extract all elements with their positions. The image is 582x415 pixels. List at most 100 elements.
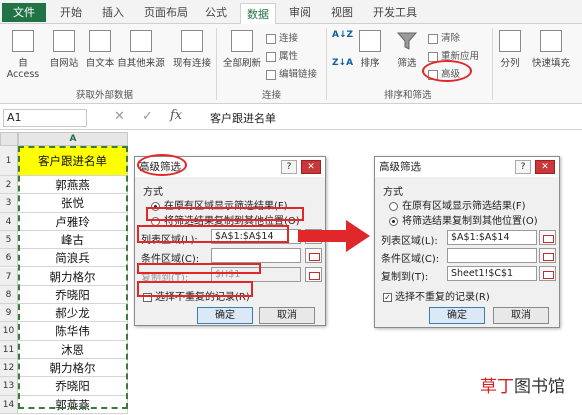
- row-header[interactable]: 8: [0, 285, 18, 305]
- connections-button[interactable]: 连接: [266, 30, 298, 44]
- unique-checkbox-box[interactable]: [143, 292, 152, 302]
- properties-icon: [266, 51, 276, 62]
- option-copy[interactable]: 将筛选结果复制到其他位置(O): [389, 212, 538, 227]
- table-cell[interactable]: 陈华伟: [18, 322, 128, 341]
- help-button[interactable]: ?: [515, 160, 531, 174]
- name-box[interactable]: A1: [3, 109, 87, 127]
- radio-inplace[interactable]: [151, 201, 160, 211]
- from-access-button[interactable]: 自 Access: [2, 30, 44, 80]
- table-cell[interactable]: 郝少龙: [18, 304, 128, 323]
- tab-view[interactable]: 视图: [331, 4, 353, 22]
- row-header[interactable]: 12: [0, 359, 18, 378]
- formula-input[interactable]: 客户跟进名单: [210, 110, 276, 126]
- range-picker-icon[interactable]: [539, 266, 556, 281]
- radio-copy[interactable]: [151, 216, 160, 226]
- option-inplace[interactable]: 在原有区域显示筛选结果(F): [151, 197, 288, 212]
- access-icon: [12, 30, 34, 52]
- row-header[interactable]: 7: [0, 267, 18, 286]
- tab-developer[interactable]: 开发工具: [373, 4, 417, 22]
- unique-checkbox-box[interactable]: ✓: [383, 292, 392, 302]
- range-picker-icon[interactable]: [305, 267, 322, 282]
- edit-links-icon: [266, 69, 276, 80]
- sort-a-z-button[interactable]: A↓Z: [332, 30, 353, 40]
- filter-button[interactable]: 筛选: [392, 30, 422, 69]
- text-file-icon: [89, 30, 111, 52]
- select-all-corner[interactable]: [0, 132, 18, 146]
- row-header[interactable]: 1: [0, 146, 18, 176]
- text-to-columns-icon: [499, 30, 521, 52]
- range-picker-icon[interactable]: [539, 230, 556, 245]
- option-inplace[interactable]: 在原有区域显示筛选结果(F): [389, 197, 526, 212]
- row-header[interactable]: 11: [0, 340, 18, 359]
- column-header-a[interactable]: A: [18, 132, 128, 146]
- sort-icon: [359, 30, 381, 52]
- cancel-entry-icon[interactable]: ✕: [114, 109, 125, 124]
- clear-filter-icon: [428, 33, 438, 44]
- help-button[interactable]: ?: [281, 160, 297, 174]
- table-cell[interactable]: 朝力格尔: [18, 267, 128, 286]
- text-to-columns-button[interactable]: 分列: [496, 30, 524, 69]
- row-header[interactable]: 3: [0, 194, 18, 213]
- criteria-range-field[interactable]: [211, 248, 301, 263]
- tab-insert[interactable]: 插入: [102, 4, 124, 22]
- ok-button[interactable]: 确定: [197, 307, 253, 324]
- range-picker-icon[interactable]: [539, 248, 556, 263]
- close-button[interactable]: ✕: [535, 160, 555, 174]
- sort-button[interactable]: 排序: [356, 30, 384, 69]
- unique-records-checkbox[interactable]: 选择不重复的记录(R): [143, 288, 250, 303]
- row-header[interactable]: 4: [0, 212, 18, 231]
- option-copy[interactable]: 将筛选结果复制到其他位置(O): [151, 212, 300, 227]
- radio-inplace[interactable]: [389, 201, 398, 211]
- row-header[interactable]: 5: [0, 230, 18, 250]
- radio-copy[interactable]: [389, 216, 398, 226]
- tab-formulas[interactable]: 公式: [205, 4, 227, 22]
- tab-data[interactable]: 数据: [240, 3, 276, 25]
- sort-z-a-button[interactable]: Z↓A: [332, 58, 353, 68]
- tab-review[interactable]: 审阅: [289, 4, 311, 22]
- group-separator: [492, 28, 493, 100]
- properties-button[interactable]: 属性: [266, 48, 298, 62]
- flash-fill-button[interactable]: 快速填充: [528, 30, 574, 69]
- edit-links-button[interactable]: 编辑链接: [266, 66, 317, 80]
- advanced-filter-button[interactable]: 高级: [428, 66, 460, 80]
- cancel-button[interactable]: 取消: [493, 307, 549, 324]
- cancel-button[interactable]: 取消: [259, 307, 315, 324]
- tab-home[interactable]: 开始: [60, 4, 82, 22]
- unique-records-checkbox[interactable]: ✓ 选择不重复的记录(R): [383, 288, 490, 303]
- table-cell[interactable]: 乔晓阳: [18, 285, 128, 305]
- table-cell[interactable]: 张悦: [18, 194, 128, 213]
- table-cell[interactable]: 郭燕燕: [18, 176, 128, 195]
- table-cell[interactable]: 乔晓阳: [18, 377, 128, 396]
- row-header[interactable]: 14: [0, 395, 18, 414]
- tab-file[interactable]: 文件: [2, 3, 46, 22]
- table-cell[interactable]: 郭燕燕: [18, 395, 128, 414]
- row-header[interactable]: 6: [0, 249, 18, 268]
- clear-filter-button[interactable]: 清除: [428, 30, 460, 44]
- from-text-button[interactable]: 自文本: [82, 30, 118, 69]
- list-range-field[interactable]: $A$1:$A$14: [211, 229, 301, 244]
- ok-button[interactable]: 确定: [429, 307, 485, 324]
- table-cell[interactable]: 沐恩: [18, 340, 128, 359]
- row-header[interactable]: 9: [0, 304, 18, 323]
- existing-connections-button[interactable]: 现有连接: [170, 30, 214, 69]
- enter-entry-icon[interactable]: ✓: [142, 109, 153, 124]
- row-header[interactable]: 13: [0, 377, 18, 396]
- table-cell[interactable]: 简浪兵: [18, 249, 128, 268]
- from-other-sources-button[interactable]: 自其他来源: [116, 30, 166, 69]
- table-cell[interactable]: 峰古: [18, 230, 128, 250]
- copy-to-field[interactable]: $H$1: [211, 267, 301, 282]
- criteria-range-field[interactable]: [447, 248, 537, 263]
- table-cell[interactable]: 朝力格尔: [18, 359, 128, 378]
- tab-page-layout[interactable]: 页面布局: [144, 4, 188, 22]
- row-header[interactable]: 10: [0, 322, 18, 341]
- copy-to-field[interactable]: Sheet1!$C$1: [447, 266, 537, 281]
- reapply-button[interactable]: 重新应用: [428, 48, 479, 62]
- row-header[interactable]: 2: [0, 176, 18, 195]
- insert-function-icon[interactable]: fx: [170, 108, 182, 123]
- list-range-field[interactable]: $A$1:$A$14: [447, 230, 537, 245]
- header-cell[interactable]: 客户跟进名单: [18, 146, 128, 176]
- refresh-all-button[interactable]: 全部刷新: [220, 30, 264, 69]
- from-web-button[interactable]: 自网站: [46, 30, 82, 69]
- table-cell[interactable]: 卢雅玲: [18, 212, 128, 231]
- close-button[interactable]: ✕: [301, 160, 321, 174]
